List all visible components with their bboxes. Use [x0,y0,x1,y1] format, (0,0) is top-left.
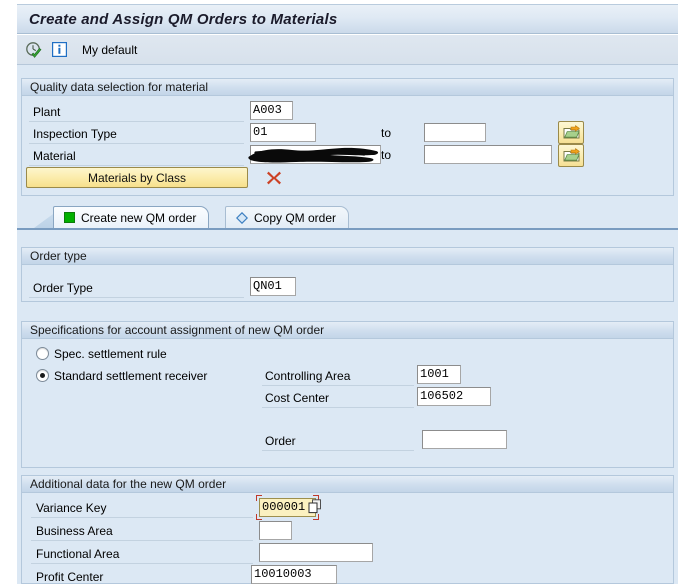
cost-center-input[interactable]: 106502 [417,387,491,406]
business-area-underline [31,540,253,541]
material-row-underline [29,165,244,166]
controlling-area-input[interactable]: 1001 [417,365,461,384]
radio-standard-settlement-receiver-label[interactable]: Standard settlement receiver [54,369,207,383]
functional-area-label: Functional Area [36,547,120,561]
selection-section-header: Quality data selection for material [22,79,673,96]
materials-by-class-button[interactable]: Materials by Class [26,167,248,188]
inspection-type-to-label: to [381,126,392,140]
variance-key-label: Variance Key [36,501,107,515]
material-input[interactable] [250,145,381,164]
variance-key-value-help-icon[interactable] [308,499,322,514]
inspection-type-input[interactable]: 01 [250,123,316,142]
blue-diamond-icon [236,211,248,224]
tabstrip: Create new QM order Copy QM order [17,206,678,230]
tab-create-new-qm-order-label: Create new QM order [81,210,197,225]
inspection-type-row-underline [29,143,244,144]
profit-center-input[interactable]: 10010003 [251,565,337,584]
order-type-label: Order Type [33,281,93,295]
execute-check-icon[interactable] [24,40,44,60]
functional-area-underline [31,563,253,564]
material-multiple-selection-button[interactable] [558,144,584,167]
application-toolbar: My default [17,35,678,65]
cost-center-label: Cost Center [265,391,330,405]
page-title: Create and Assign QM Orders to Materials [29,10,338,28]
inspection-type-multiple-selection-button[interactable] [558,121,584,144]
order-underline [262,450,414,451]
material-label: Material [33,149,76,163]
info-icon[interactable] [49,40,69,60]
order-type-underline [29,297,244,298]
profit-center-label: Profit Center [36,570,104,584]
controlling-area-underline [262,385,414,386]
functional-area-input[interactable] [259,543,373,562]
business-area-label: Business Area [36,524,113,538]
order-type-section-header: Order type [22,248,673,265]
plant-input[interactable]: A003 [250,101,293,120]
order-input[interactable] [422,430,507,449]
account-assignment-section-header: Specifications for account assignment of… [22,322,673,339]
additional-data-section: Additional data for the new QM order [21,475,674,584]
order-label: Order [265,434,296,448]
order-type-section: Order type [21,247,674,302]
inspection-type-label: Inspection Type [33,127,117,141]
radio-standard-settlement-receiver[interactable] [36,369,49,382]
business-area-input[interactable] [259,521,292,540]
tab-copy-qm-order[interactable]: Copy QM order [225,206,350,228]
order-type-input[interactable]: QN01 [250,277,296,296]
account-assignment-section: Specifications for account assignment of… [21,321,674,468]
cost-center-underline [262,407,414,408]
red-x-icon[interactable] [265,169,283,187]
green-square-icon [64,212,75,223]
material-to-input[interactable] [424,145,552,164]
tabstrip-baseline [17,228,678,230]
controlling-area-label: Controlling Area [265,369,351,383]
material-to-label: to [381,148,392,162]
radio-spec-settlement-rule-label[interactable]: Spec. settlement rule [54,347,167,361]
tab-create-new-qm-order[interactable]: Create new QM order [53,206,210,228]
variant-label[interactable]: My default [82,43,137,57]
window-title-bar: Create and Assign QM Orders to Materials [17,4,678,34]
radio-spec-settlement-rule[interactable] [36,347,49,360]
sap-screen: Create and Assign QM Orders to Materials… [0,0,678,584]
inspection-type-to-input[interactable] [424,123,486,142]
plant-row-underline [29,121,244,122]
tab-copy-qm-order-label: Copy QM order [254,210,337,225]
plant-label: Plant [33,105,61,119]
additional-data-section-header: Additional data for the new QM order [22,476,673,493]
variance-key-underline [31,517,253,518]
